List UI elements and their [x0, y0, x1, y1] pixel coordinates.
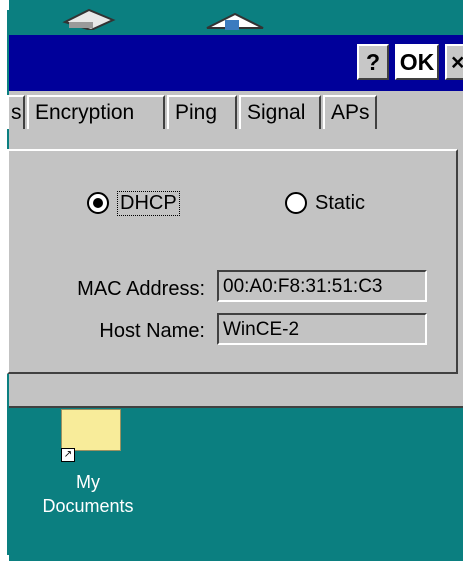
tab-partial[interactable]: s: [7, 95, 25, 129]
shortcut-arrow-icon: ↗: [61, 448, 75, 462]
mac-address-field: 00:A0:F8:31:51:C3: [217, 270, 427, 302]
mac-address-label: MAC Address:: [77, 278, 205, 300]
dhcp-radio[interactable]: [87, 192, 109, 214]
tab-signal[interactable]: Signal: [239, 95, 321, 129]
static-radio[interactable]: [285, 192, 307, 214]
mydocs-line2: Documents: [42, 496, 134, 516]
dhcp-label: DHCP: [117, 190, 180, 216]
static-radio-option[interactable]: Static: [285, 185, 365, 221]
host-name-label: Host Name:: [99, 320, 205, 342]
host-name-field[interactable]: WinCE-2: [217, 313, 427, 345]
my-documents-label[interactable]: My Documents: [23, 470, 153, 518]
close-button[interactable]: ×: [445, 44, 463, 80]
settings-dialog: ? OK × s Encryption Ping Signal APs DHCP…: [7, 35, 463, 408]
ok-button[interactable]: OK: [395, 44, 439, 80]
mydocs-line1: My: [76, 472, 100, 492]
titlebar: ? OK ×: [9, 35, 463, 91]
help-button[interactable]: ?: [357, 44, 389, 80]
network-icon-partial[interactable]: [205, 10, 265, 34]
tab-encryption[interactable]: Encryption: [27, 95, 165, 129]
tab-strip: s Encryption Ping Signal APs: [7, 95, 463, 130]
desktop-icon-partial[interactable]: [61, 8, 117, 30]
static-label: Static: [315, 191, 366, 214]
dhcp-radio-option[interactable]: DHCP: [87, 185, 180, 221]
my-documents-icon[interactable]: ↗: [61, 409, 121, 462]
tab-ping[interactable]: Ping: [167, 95, 237, 129]
tab-aps[interactable]: APs: [323, 95, 377, 129]
